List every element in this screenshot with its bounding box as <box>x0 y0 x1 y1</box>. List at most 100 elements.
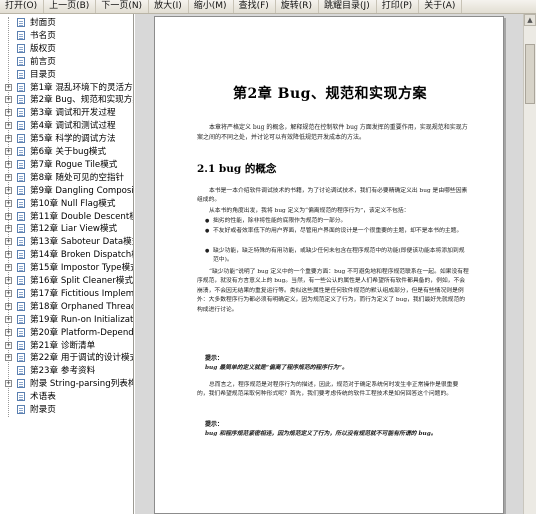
tree-item[interactable]: + 第20章 Platform-Dependent <box>0 327 134 339</box>
page-icon <box>17 18 25 27</box>
tree-item-label: 第19章 Run-on Initialization <box>30 314 134 325</box>
tree-item-label: 第2章 Bug、规范和实现方案 <box>30 95 134 106</box>
tree-item[interactable]: + 第18章 Orphaned Thread模式 <box>0 301 133 313</box>
tree-item[interactable]: + 第16章 Split Cleaner模式 <box>0 275 133 287</box>
find-button[interactable]: 查找(F) <box>234 0 276 13</box>
tree-item-label: 第15章 Impostor Type模式 <box>30 263 134 274</box>
page-icon <box>17 95 25 105</box>
tree-item[interactable]: 版权页 <box>0 43 133 55</box>
rotate-button[interactable]: 旋转(R) <box>276 0 320 13</box>
expand-plus-icon[interactable]: + <box>5 199 12 207</box>
tree-item-label: 第21章 诊断清单 <box>30 340 96 351</box>
expand-plus-icon[interactable]: + <box>5 302 12 310</box>
zoom-out-button[interactable]: 缩小(M) <box>189 0 234 13</box>
page-icon <box>17 366 25 376</box>
scroll-thumb[interactable] <box>525 44 535 104</box>
expand-plus-icon[interactable]: + <box>5 328 12 336</box>
expand-plus-icon[interactable]: + <box>5 341 12 349</box>
page-icon <box>17 250 25 260</box>
open-button[interactable]: 打开(O) <box>0 0 45 13</box>
expand-plus-icon[interactable]: + <box>5 289 12 297</box>
zoom-in-button[interactable]: 放大(I) <box>149 0 189 13</box>
page-icon <box>17 134 25 144</box>
tree-item[interactable]: + 第8章 随处可见的空指针 <box>0 172 133 184</box>
expand-plus-icon[interactable]: + <box>5 354 12 362</box>
expand-plus-icon[interactable]: + <box>5 122 12 130</box>
expand-plus-icon[interactable]: + <box>5 135 12 143</box>
expand-plus-icon[interactable]: + <box>5 160 12 168</box>
page-icon <box>17 159 25 169</box>
tree-item-label: 第1章 混乱环境下的灵活方法 <box>30 82 134 93</box>
toc-tree[interactable]: 封面页 书名页 版权页 前言页 目录页 + 第1章 混乱环境下的灵活方法 + 第2章 Bug、规… <box>0 14 134 514</box>
expand-plus-icon[interactable]: + <box>5 109 12 117</box>
tree-item-label: 第17章 Fictitious Implementation <box>30 288 134 299</box>
goto-toc-button[interactable]: 跳耀目录(J) <box>319 0 377 13</box>
tree-item[interactable]: + 第4章 调试和测试过程 <box>0 120 133 132</box>
document-view[interactable]: 第2章 Bug、规范和实现方案 本章将严格定义 bug 的概念，解释规范在控制软… <box>135 14 536 514</box>
tree-item[interactable]: + 第19章 Run-on Initialization <box>0 314 134 326</box>
next-page-button[interactable]: 下一页(N) <box>96 0 150 13</box>
expand-plus-icon[interactable]: + <box>5 83 12 91</box>
tree-item[interactable]: + 第21章 诊断清单 <box>0 340 133 352</box>
tree-item[interactable]: 附录页 <box>0 404 133 416</box>
prev-page-button[interactable]: 上一页(B) <box>44 0 97 13</box>
expand-plus-icon[interactable]: + <box>5 277 12 284</box>
expand-plus-icon[interactable]: + <box>5 96 12 104</box>
page-icon <box>17 288 25 298</box>
expand-plus-icon[interactable]: + <box>5 238 12 246</box>
paragraph-1: 本书是一本介绍软件调试技术的书籍，为了讨论调试技术，我们有必要精确定义出 bug… <box>197 188 468 204</box>
tree-item[interactable]: + 第2章 Bug、规范和实现方案 <box>0 94 134 106</box>
tree-item[interactable]: + 第12章 Liar View模式 <box>0 223 133 235</box>
tree-item[interactable]: 前言页 <box>0 56 133 68</box>
expand-plus-icon[interactable]: + <box>5 264 12 272</box>
vertical-scrollbar[interactable]: ▲ <box>523 14 536 514</box>
page-icon <box>17 353 25 363</box>
tree-item[interactable]: + 第17章 Fictitious Implementation <box>0 288 134 300</box>
tree-item[interactable]: + 第14章 Broken Dispatch模式 <box>0 249 133 261</box>
paragraph-4: 总而言之，程序规范是对程序行为的描述，因此，规范对于确定系统何时发生非正常操作是… <box>197 382 459 398</box>
tree-item-label: 第7章 Rogue Tile模式 <box>30 159 118 170</box>
about-button[interactable]: 关于(A) <box>419 0 463 13</box>
page-icon <box>17 147 25 156</box>
expand-plus-icon[interactable]: + <box>5 315 12 323</box>
tree-item[interactable]: 术语表 <box>0 391 133 403</box>
tree-item[interactable]: + 第22章 用于调试的设计模式 <box>0 352 134 364</box>
tree-item[interactable]: + 第7章 Rogue Tile模式 <box>0 159 133 171</box>
tree-item-label: 第6章 关于bug模式 <box>30 147 107 157</box>
tree-item[interactable]: + 第3章 调试和开发过程 <box>0 107 133 119</box>
expand-plus-icon[interactable]: + <box>5 148 12 155</box>
expand-plus-icon[interactable]: + <box>5 173 12 181</box>
page-icon <box>17 211 25 221</box>
tree-item[interactable]: 第23章 参考资料 <box>0 365 133 377</box>
tree-item-label: 附录 String-parsing列表构造器 <box>30 379 133 390</box>
tree-item[interactable]: + 第5章 科学的调试方法 <box>0 133 133 145</box>
tree-item[interactable]: + 第1章 混乱环境下的灵活方法 <box>0 82 134 94</box>
tree-item[interactable]: + 第15章 Impostor Type模式 <box>0 262 134 274</box>
expand-plus-icon[interactable]: + <box>5 186 12 194</box>
tree-item-label: 第13章 Saboteur Data模式 <box>30 237 134 248</box>
tree-item[interactable]: 书名页 <box>0 30 133 42</box>
tree-item-label: 附录页 <box>30 405 56 415</box>
tree-item[interactable]: + 第10章 Null Flag模式 <box>0 198 133 210</box>
bullet-item: 拙劣的性能，除非将性能的底限作为规范的一部分。 <box>205 217 469 227</box>
page-icon <box>17 56 25 66</box>
page-icon <box>17 327 25 337</box>
tree-item[interactable]: + 附录 String-parsing列表构造器 <box>0 378 133 390</box>
tree-item[interactable]: + 第9章 Dangling Composite <box>0 185 133 197</box>
tree-item[interactable]: + 第13章 Saboteur Data模式 <box>0 236 134 248</box>
tree-item-label: 第22章 用于调试的设计模式 <box>30 353 134 364</box>
expand-plus-icon[interactable]: + <box>5 380 12 388</box>
expand-plus-icon[interactable]: + <box>5 212 12 220</box>
print-button[interactable]: 打印(P) <box>377 0 420 13</box>
page-icon <box>17 237 25 247</box>
tip-heading: 提示： <box>205 421 224 428</box>
tree-item-label: 第20章 Platform-Dependent <box>30 327 134 338</box>
tree-item[interactable]: 目录页 <box>0 69 133 81</box>
tree-item[interactable]: + 第6章 关于bug模式 <box>0 146 133 158</box>
expand-plus-icon[interactable]: + <box>5 225 12 233</box>
expand-plus-icon[interactable]: + <box>5 251 12 259</box>
tree-item[interactable]: 封面页 <box>0 17 133 29</box>
tree-item[interactable]: + 第11章 Double Descent模式 <box>0 211 133 223</box>
scroll-up-icon[interactable]: ▲ <box>524 14 536 26</box>
page-icon <box>17 185 25 195</box>
